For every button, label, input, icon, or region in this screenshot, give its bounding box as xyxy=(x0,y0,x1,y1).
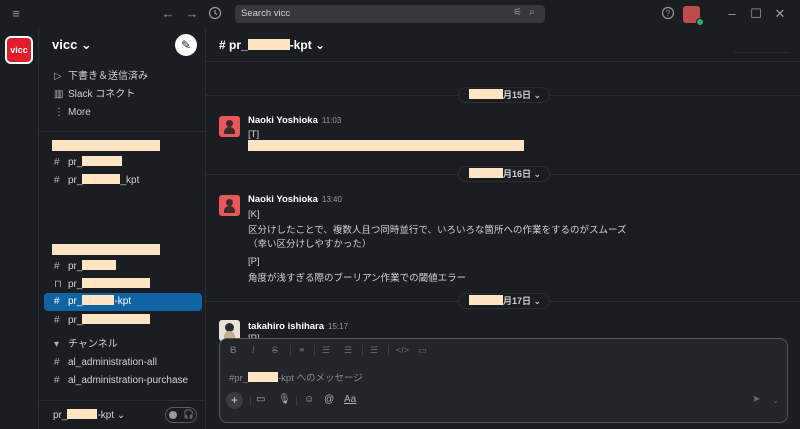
sidebar-item-label: Slack コネクト xyxy=(68,89,136,100)
forward-arrow-icon[interactable]: → xyxy=(184,6,200,22)
channel-header: # pr_ -kpt ⌄ xyxy=(206,28,800,62)
search-bar[interactable]: Search vicc ⚟ ⌕ xyxy=(235,5,545,23)
avatar[interactable] xyxy=(219,195,240,216)
workspace-rail: vicc xyxy=(0,28,38,429)
ordered-list-icon[interactable]: ☰ xyxy=(322,345,330,356)
message-text: [K] xyxy=(248,209,260,220)
workspace-icon[interactable]: vicc xyxy=(5,36,33,64)
search-icon[interactable]: ⌕ xyxy=(529,7,535,18)
channel-item[interactable]: # al_administration-all xyxy=(44,354,202,372)
back-arrow-icon[interactable]: ← xyxy=(160,6,176,22)
section-label: チャンネル xyxy=(68,339,118,350)
channel-item[interactable]: # pr_ xyxy=(44,312,202,330)
sidebar: vicc ⌄ ✎ ▷ 下書き＆送信済み ▥ Slack コネクト ⋮ More # pr… xyxy=(38,28,206,429)
channel-item[interactable]: # pr_ xyxy=(44,154,202,172)
help-icon[interactable]: ? xyxy=(660,6,676,22)
hash-icon: # xyxy=(54,375,60,386)
menu-icon[interactable]: ≡ xyxy=(8,6,24,22)
compose-icon[interactable]: ✎ xyxy=(175,34,197,56)
divider xyxy=(39,131,205,132)
workspace-name[interactable]: vicc ⌄ xyxy=(52,37,92,53)
avatar[interactable] xyxy=(219,116,240,137)
strikethrough-icon[interactable]: S xyxy=(272,345,278,355)
filter-icon[interactable]: ⚟ xyxy=(513,7,522,18)
building-icon: ▥ xyxy=(54,89,64,100)
message-time: 13:40 xyxy=(321,195,342,204)
hash-icon: # xyxy=(54,315,60,326)
caret-down-icon: ▾ xyxy=(54,339,60,350)
maximize-icon[interactable]: ☐ xyxy=(748,6,764,22)
microphone-icon[interactable]: 🎙 xyxy=(278,394,291,405)
message-text-redacted xyxy=(248,140,524,154)
day-pill[interactable]: 月15日 ⌄ xyxy=(458,87,551,103)
message-time: 11:03 xyxy=(321,116,342,125)
sidebar-item-slack-connect[interactable]: ▥ Slack コネクト xyxy=(44,86,202,104)
headphones-icon: 🎧 xyxy=(183,409,195,419)
hash-icon: # xyxy=(54,157,60,168)
chevron-down-icon[interactable]: ⌄ xyxy=(772,396,779,405)
day-pill[interactable]: 月16日 ⌄ xyxy=(458,166,551,182)
emoji-icon[interactable]: ☺ xyxy=(304,394,314,405)
message-author[interactable]: Naoki Yoshioka 11:03 xyxy=(248,115,341,126)
code-icon[interactable]: </> xyxy=(396,345,409,355)
code-block-icon[interactable]: ▭ xyxy=(418,345,427,356)
mention-icon[interactable]: @ xyxy=(324,394,334,405)
svg-text:?: ? xyxy=(666,9,671,18)
sidebar-item-label: 下書き＆送信済み xyxy=(68,71,148,82)
send-icon: ▷ xyxy=(54,71,62,82)
message-composer[interactable]: B I S ⚭ ☰ ☰ ☰ </> ▭ #pr_ -kpt へのメッセージ + ▭… xyxy=(219,338,788,423)
section-header-redacted[interactable] xyxy=(52,244,160,255)
message-text: 角度が浅すぎる際のブーリアン作業での閾値エラー xyxy=(248,273,467,284)
hash-icon: # xyxy=(54,357,60,368)
day-pill[interactable]: 月17日 ⌄ xyxy=(458,293,551,309)
section-header-redacted[interactable] xyxy=(52,140,160,151)
channel-item[interactable]: # al_administration-purchase xyxy=(44,372,202,390)
message-text: [T] xyxy=(248,129,260,140)
more-icon: ⋮ xyxy=(54,107,64,118)
huddle-bar: pr_ -kpt ⌄ 🎧 xyxy=(39,400,205,429)
message-time: 15:17 xyxy=(328,322,349,331)
channel-item[interactable]: # pr_ xyxy=(44,258,202,276)
italic-icon[interactable]: I xyxy=(252,345,255,355)
channels-section-header[interactable]: ▾ チャンネル xyxy=(44,336,202,354)
close-icon[interactable]: ✕ xyxy=(772,6,788,22)
format-toggle[interactable]: Aa xyxy=(344,394,356,405)
message-author[interactable]: Naoki Yoshioka 13:40 xyxy=(248,194,342,205)
attach-plus-icon[interactable]: + xyxy=(226,392,243,409)
channel-item-active[interactable]: # pr_ -kpt xyxy=(44,293,202,311)
channel-title[interactable]: # pr_ -kpt ⌄ xyxy=(219,38,325,52)
message-input[interactable]: #pr_ -kpt へのメッセージ xyxy=(229,370,363,384)
top-bar: ≡ ← → Search vicc ⚟ ⌕ ? – ☐ ✕ xyxy=(0,0,800,28)
link-icon[interactable]: ⚭ xyxy=(298,345,306,356)
history-icon[interactable] xyxy=(207,6,223,22)
minimize-icon[interactable]: – xyxy=(724,6,740,22)
hash-icon: # xyxy=(54,175,60,186)
huddle-toggle[interactable]: 🎧 xyxy=(165,407,197,423)
hash-icon: # xyxy=(54,296,60,307)
sidebar-item-more[interactable]: ⋮ More xyxy=(44,104,202,122)
toggle-knob xyxy=(169,411,177,419)
workspace-icon-label: vicc xyxy=(7,38,31,62)
message-author[interactable]: takahiro ishihara 15:17 xyxy=(248,321,348,332)
message-text: （幸い区分けしやすかった） xyxy=(248,239,372,250)
message-text: 区分けしたことで、複数人且つ同時並行で、いろいろな箇所への作業をするのがスムーズ xyxy=(248,225,627,236)
channel-item[interactable]: # pr_ _kpt xyxy=(44,172,202,190)
blockquote-icon[interactable]: ☰ xyxy=(370,345,378,356)
channel-view: # pr_ -kpt ⌄ 月15日 ⌄ Naoki Yoshioka 11:03 [… xyxy=(206,28,800,429)
hash-icon: # xyxy=(54,261,60,272)
message-text: [P] xyxy=(248,256,260,267)
lock-icon: ⊓ xyxy=(54,279,62,290)
send-icon[interactable]: ➤ xyxy=(752,394,760,405)
sidebar-item-label: More xyxy=(68,107,91,118)
presence-indicator xyxy=(696,18,704,26)
sidebar-item-drafts[interactable]: ▷ 下書き＆送信済み xyxy=(44,68,202,86)
current-channel-name[interactable]: pr_ -kpt ⌄ xyxy=(53,409,125,421)
video-icon[interactable]: ▭ xyxy=(256,394,265,405)
search-placeholder: Search vicc xyxy=(241,8,291,19)
bullet-list-icon[interactable]: ☰ xyxy=(344,345,352,356)
bold-icon[interactable]: B xyxy=(230,345,237,355)
channel-item-private[interactable]: ⊓ pr_ xyxy=(44,276,202,294)
